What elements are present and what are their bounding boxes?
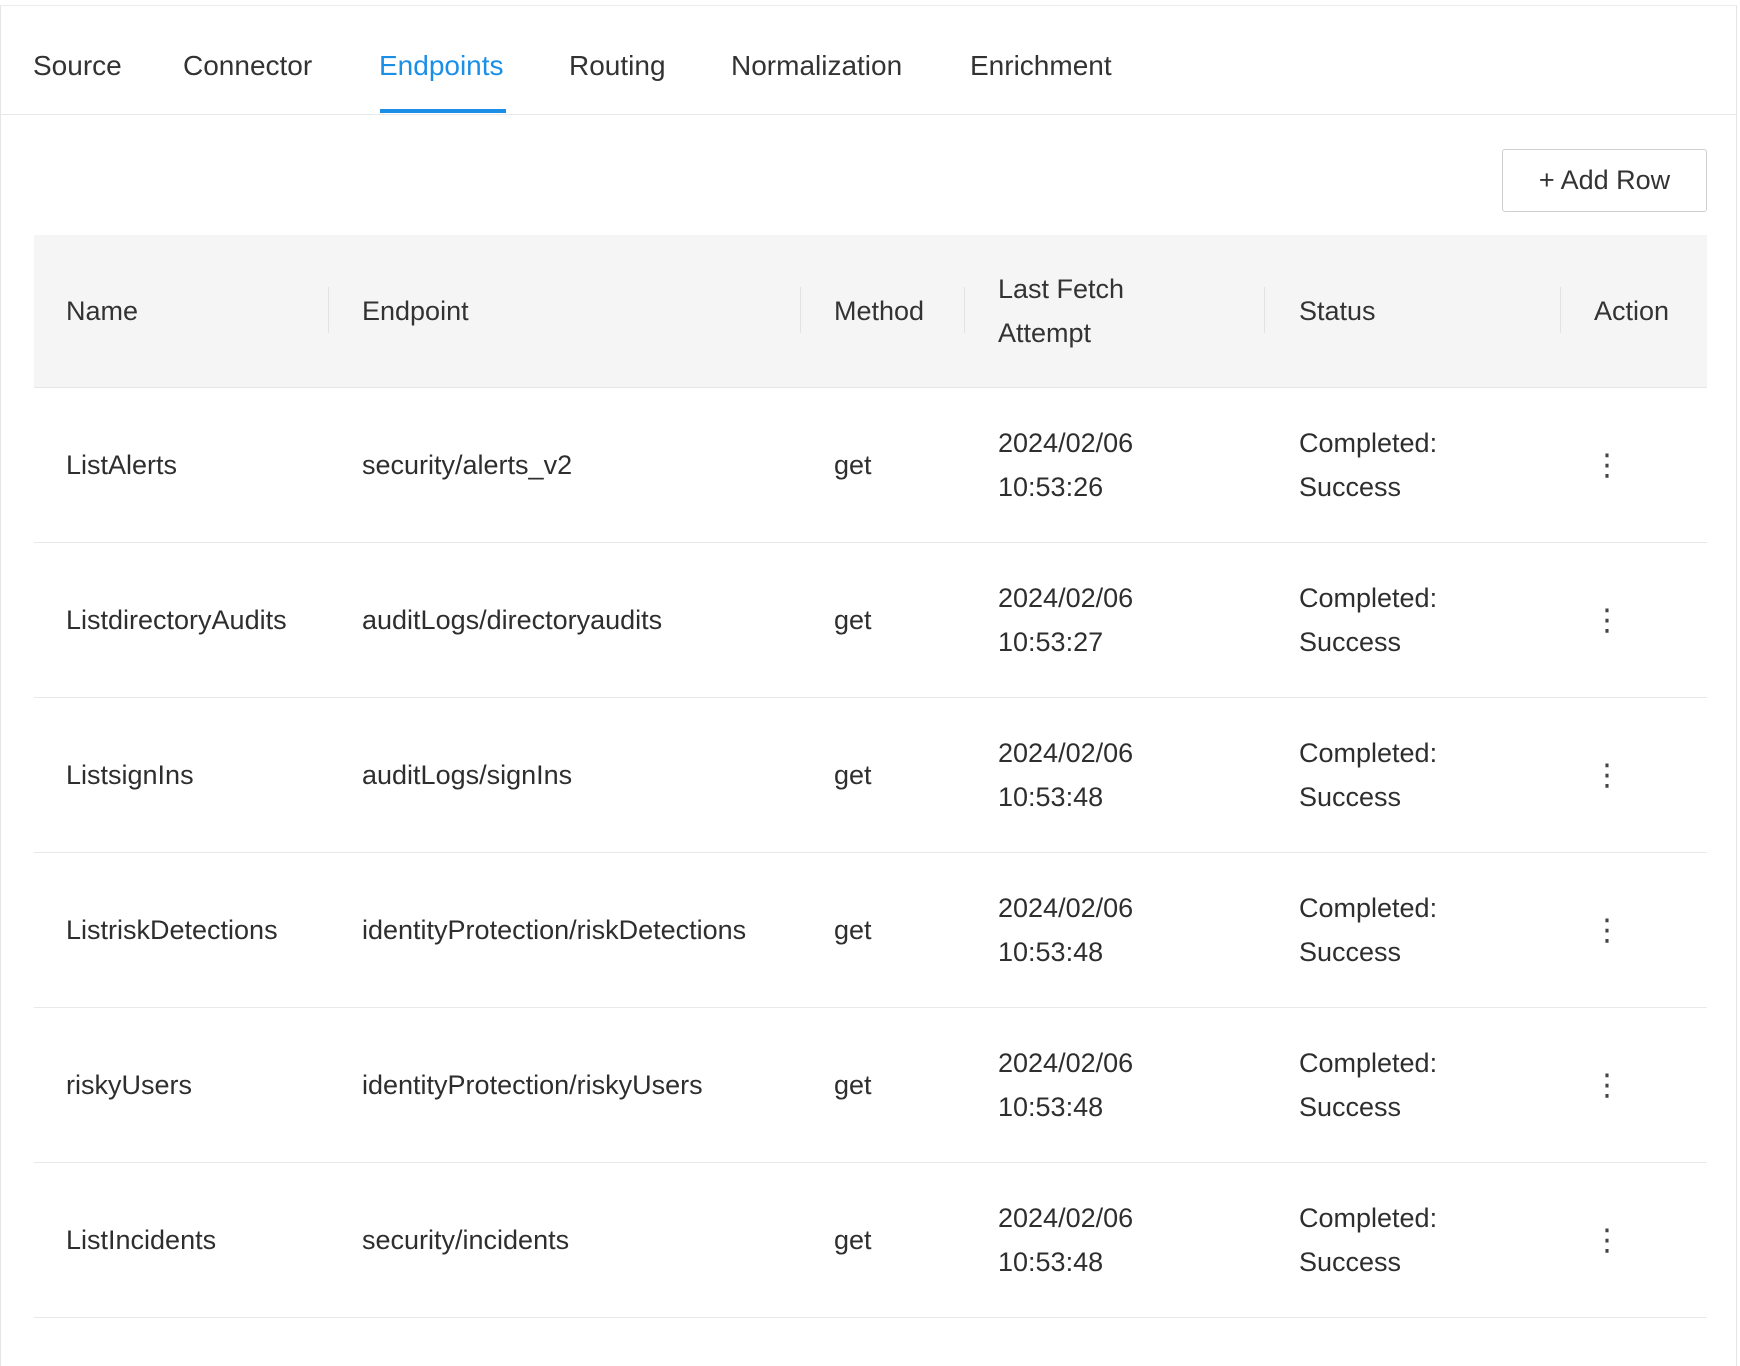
endpoints-table: Name Endpoint Method Last Fetch Attempt …: [34, 235, 1707, 1318]
tab-enrichment[interactable]: Enrichment: [970, 50, 1112, 82]
tab-normalization[interactable]: Normalization: [731, 50, 902, 82]
cell-last-fetch: 2024/02/06 10:53:26: [998, 388, 1133, 542]
status-text: Success: [1299, 782, 1402, 812]
fetch-time: 10:53:48: [998, 937, 1104, 967]
cell-endpoint: auditLogs/signIns: [362, 760, 573, 790]
cell-endpoint: identityProtection/riskyUsers: [362, 1070, 703, 1100]
cell-last-fetch: 2024/02/06 10:53:48: [998, 698, 1133, 852]
cell-endpoint: identityProtection/riskDetections: [362, 915, 747, 945]
cell-name: ListsignIns: [66, 760, 194, 790]
cell-endpoint: security/alerts_v2: [362, 450, 573, 480]
fetch-time: 10:53:48: [998, 1092, 1104, 1122]
endpoints-panel: Source Connector Endpoints Routing Norma…: [0, 5, 1737, 1366]
more-vertical-icon[interactable]: ⋮: [1587, 388, 1627, 542]
cell-status: Completed: Success: [1299, 388, 1437, 542]
status-text: Success: [1299, 937, 1402, 967]
status-text: Completed:: [1299, 583, 1438, 613]
cell-status: Completed: Success: [1299, 853, 1437, 1007]
cell-method: get: [834, 1225, 872, 1255]
column-divider: [964, 287, 965, 333]
cell-method: get: [834, 1070, 872, 1100]
status-text: Success: [1299, 472, 1402, 502]
more-vertical-icon[interactable]: ⋮: [1587, 543, 1627, 697]
status-text: Success: [1299, 627, 1402, 657]
tab-connector[interactable]: Connector: [183, 50, 312, 82]
cell-status: Completed: Success: [1299, 1008, 1437, 1162]
fetch-time: 10:53:27: [998, 627, 1104, 657]
status-text: Completed:: [1299, 893, 1438, 923]
status-text: Completed:: [1299, 428, 1438, 458]
cell-endpoint: security/incidents: [362, 1225, 570, 1255]
add-row-button[interactable]: + Add Row: [1502, 149, 1707, 212]
more-vertical-icon[interactable]: ⋮: [1587, 1008, 1627, 1162]
table-header: Name Endpoint Method Last Fetch Attempt …: [34, 235, 1707, 388]
column-header-endpoint[interactable]: Endpoint: [362, 235, 469, 387]
column-header-action: Action: [1594, 296, 1670, 326]
fetch-time: 10:53:48: [998, 782, 1104, 812]
status-text: Success: [1299, 1092, 1402, 1122]
cell-status: Completed: Success: [1299, 1163, 1437, 1317]
tab-routing[interactable]: Routing: [569, 50, 666, 82]
active-tab-indicator: [380, 109, 506, 113]
fetch-date: 2024/02/06: [998, 428, 1134, 458]
table-row: ListriskDetections identityProtection/ri…: [34, 853, 1707, 1008]
column-header-name[interactable]: Name: [66, 235, 138, 387]
header-line: Last Fetch: [998, 274, 1125, 304]
more-vertical-icon[interactable]: ⋮: [1587, 853, 1627, 1007]
cell-status: Completed: Success: [1299, 543, 1437, 697]
cell-method: get: [834, 760, 872, 790]
fetch-time: 10:53:48: [998, 1247, 1104, 1277]
cell-status: Completed: Success: [1299, 698, 1437, 852]
cell-method: get: [834, 605, 872, 635]
cell-endpoint: auditLogs/directoryaudits: [362, 605, 663, 635]
column-header-status[interactable]: Status: [1299, 235, 1376, 387]
more-vertical-icon[interactable]: ⋮: [1587, 1163, 1627, 1317]
fetch-date: 2024/02/06: [998, 1048, 1134, 1078]
cell-last-fetch: 2024/02/06 10:53:48: [998, 1163, 1133, 1317]
cell-method: get: [834, 450, 872, 480]
column-divider: [800, 287, 801, 333]
column-divider: [1560, 287, 1561, 333]
cell-method: get: [834, 915, 872, 945]
column-divider: [328, 287, 329, 333]
cell-name: ListdirectoryAudits: [66, 605, 287, 635]
more-vertical-icon[interactable]: ⋮: [1587, 698, 1627, 852]
tab-endpoints[interactable]: Endpoints: [379, 50, 504, 82]
table-row: riskyUsers identityProtection/riskyUsers…: [34, 1008, 1707, 1163]
status-text: Completed:: [1299, 1048, 1438, 1078]
tab-source[interactable]: Source: [33, 50, 122, 82]
header-line: Attempt: [998, 318, 1092, 348]
fetch-date: 2024/02/06: [998, 738, 1134, 768]
fetch-time: 10:53:26: [998, 472, 1104, 502]
cell-name: ListriskDetections: [66, 915, 278, 945]
status-text: Success: [1299, 1247, 1402, 1277]
cell-name: riskyUsers: [66, 1070, 192, 1100]
table-row: ListdirectoryAudits auditLogs/directorya…: [34, 543, 1707, 698]
table-row: ListsignIns auditLogs/signIns get 2024/0…: [34, 698, 1707, 853]
table-body: ListAlerts security/alerts_v2 get 2024/0…: [34, 388, 1707, 1318]
cell-last-fetch: 2024/02/06 10:53:48: [998, 853, 1133, 1007]
cell-last-fetch: 2024/02/06 10:53:48: [998, 1008, 1133, 1162]
column-header-last-fetch-attempt[interactable]: Last Fetch Attempt: [998, 235, 1124, 387]
add-row-label: + Add Row: [1538, 165, 1671, 195]
tab-bar: Source Connector Endpoints Routing Norma…: [1, 6, 1736, 115]
cell-last-fetch: 2024/02/06 10:53:27: [998, 543, 1133, 697]
fetch-date: 2024/02/06: [998, 1203, 1134, 1233]
table-row: ListIncidents security/incidents get 202…: [34, 1163, 1707, 1318]
column-header-method[interactable]: Method: [834, 235, 924, 387]
fetch-date: 2024/02/06: [998, 893, 1134, 923]
fetch-date: 2024/02/06: [998, 583, 1134, 613]
status-text: Completed:: [1299, 1203, 1438, 1233]
status-text: Completed:: [1299, 738, 1438, 768]
column-divider: [1264, 287, 1265, 333]
table-row: ListAlerts security/alerts_v2 get 2024/0…: [34, 388, 1707, 543]
cell-name: ListIncidents: [66, 1225, 217, 1255]
cell-name: ListAlerts: [66, 450, 178, 480]
